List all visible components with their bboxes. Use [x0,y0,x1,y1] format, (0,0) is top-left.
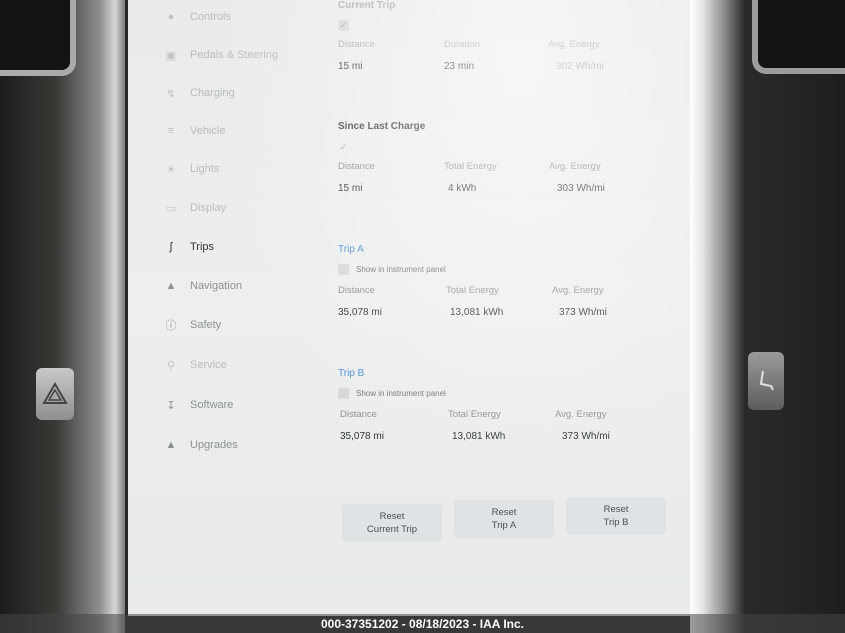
button-label-line2: Trip B [603,517,629,528]
checkbox[interactable]: ✓ [338,19,349,31]
download-icon: ↧ [166,399,176,412]
sidebar-item-controls[interactable]: ● Controls [164,6,231,28]
distance-label: Distance [338,161,375,172]
sidebar-item-label: Lights [190,163,220,175]
total-energy-label: Total Energy [444,161,497,172]
current-trip-section: Current Trip ✓ Distance 15 mi Duration 2… [338,0,668,79]
safety-icon: ⓘ [165,320,177,332]
sidebar-item-label: Software [190,399,234,411]
bag-icon: ▲ [165,439,177,451]
sidebar-item-label: Safety [190,319,222,331]
button-label-line2: Current Trip [366,524,418,535]
total-energy-value: 4 kWh [448,183,477,194]
since-last-charge-title: Since Last Charge [338,121,426,132]
reset-current-trip-button[interactable]: Reset Current Trip [342,504,442,542]
checkbox-label: Show in instrument panel [356,389,446,398]
sidebar-item-label: Navigation [190,280,242,292]
left-air-vent [0,0,76,76]
reset-trip-a-button[interactable]: Reset Trip A [454,500,554,538]
car-icon: ● [167,11,175,23]
reset-trip-b-button[interactable]: Reset Trip B [566,497,666,535]
right-dashboard-trim [690,0,845,633]
button-label-line2: Trip A [491,520,517,531]
since-charge-checkbox-row[interactable]: ✓ [338,141,668,153]
button-label-line1: Reset [603,504,629,515]
sun-icon: ☀ [166,163,176,176]
distance-label: Distance [338,285,375,296]
sidebar-item-label: Upgrades [190,439,238,451]
sidebar-item-label: Display [190,202,227,214]
touchscreen: ● Controls ▣ Pedals & Steering ↯ Chargin… [128,0,690,616]
sidebar-item-label: Service [190,359,227,371]
seat-icon [759,370,774,391]
sidebar-item-display[interactable]: ▭ Display [164,197,226,219]
trip-b-section: Trip B Show in instrument panel Distance… [338,368,668,449]
avg-energy-label: Avg. Energy [555,409,607,420]
button-label-line1: Reset [491,507,517,518]
sidebar-item-label: Pedals & Steering [190,49,279,61]
avg-energy-value: 302 Wh/mi [556,61,604,72]
sidebar-item-label: Controls [190,11,231,23]
trip-b-title: Trip B [338,368,365,379]
sidebar-item-vehicle[interactable]: ≡ Vehicle [164,120,226,142]
seat-heater-button[interactable] [748,352,784,410]
hazard-triangle-icon [42,382,68,404]
total-energy-label: Total Energy [448,409,501,420]
navigation-icon: ▲ [165,280,177,292]
total-energy-label: Total Energy [446,285,499,296]
since-last-charge-section: Since Last Charge ✓ Distance 15 mi Total… [338,121,668,201]
avg-energy-label: Avg. Energy [549,161,601,172]
trip-a-section: Trip A Show in instrument panel Distance… [338,244,668,325]
sidebar-item-software[interactable]: ↧ Software [164,394,233,416]
sidebar-item-label: Trips [190,241,215,253]
avg-energy-label: Avg. Energy [552,285,604,296]
lightning-icon: ↯ [166,87,176,100]
total-energy-value: 13,081 kWh [450,307,504,318]
car-front-icon: ▣ [165,49,177,62]
distance-value: 35,078 mi [340,431,384,442]
checkbox[interactable] [338,388,349,399]
distance-label: Distance [340,409,377,420]
trip-b-checkbox-row[interactable]: Show in instrument panel [338,388,668,399]
sidebar-item-lights[interactable]: ☀ Lights [164,158,219,180]
hazard-button[interactable] [36,368,74,420]
button-label-line1: Reset [379,511,405,522]
duration-value: 23 min [444,61,475,72]
trip-a-title: Trip A [338,244,364,255]
sidebar-item-pedals-steering[interactable]: ▣ Pedals & Steering [164,44,278,66]
duration-label: Duration [444,39,480,50]
distance-label: Distance [338,39,375,50]
avg-energy-value: 373 Wh/mi [562,431,610,442]
sidebar-item-navigation[interactable]: ▲ Navigation [164,275,242,297]
left-dashboard-trim [0,0,125,633]
wrench-icon: ⚲ [166,359,176,372]
current-trip-title: Current Trip [338,0,396,11]
total-energy-value: 13,081 kWh [452,431,506,442]
right-air-vent [752,0,845,74]
sliders-icon: ≡ [167,125,175,137]
avg-energy-label: Avg. Energy [548,39,600,50]
trip-a-checkbox-row[interactable]: Show in instrument panel [338,264,668,275]
sidebar-item-charging[interactable]: ↯ Charging [164,82,235,104]
sidebar-item-label: Vehicle [190,125,226,137]
distance-value: 15 mi [338,183,363,194]
current-trip-checkbox-row[interactable]: ✓ [338,19,668,31]
avg-energy-value: 373 Wh/mi [559,307,607,318]
checkbox[interactable] [338,264,349,275]
auction-watermark: 000-37351202 - 08/18/2023 - IAA Inc. [0,614,845,633]
distance-value: 35,078 mi [338,307,382,318]
sidebar-item-trips[interactable]: ∫ Trips [164,236,214,258]
sidebar-item-upgrades[interactable]: ▲ Upgrades [164,434,238,456]
sidebar-item-label: Charging [190,87,235,99]
distance-value: 15 mi [338,61,363,72]
checkbox-label: Show in instrument panel [356,265,446,274]
trips-icon: ∫ [169,241,173,253]
sidebar-item-safety[interactable]: ⓘ Safety [164,314,222,336]
avg-energy-value: 303 Wh/mi [557,183,605,194]
sidebar-item-service[interactable]: ⚲ Service [164,354,227,376]
checkbox[interactable]: ✓ [338,142,349,153]
display-icon: ▭ [165,202,177,215]
